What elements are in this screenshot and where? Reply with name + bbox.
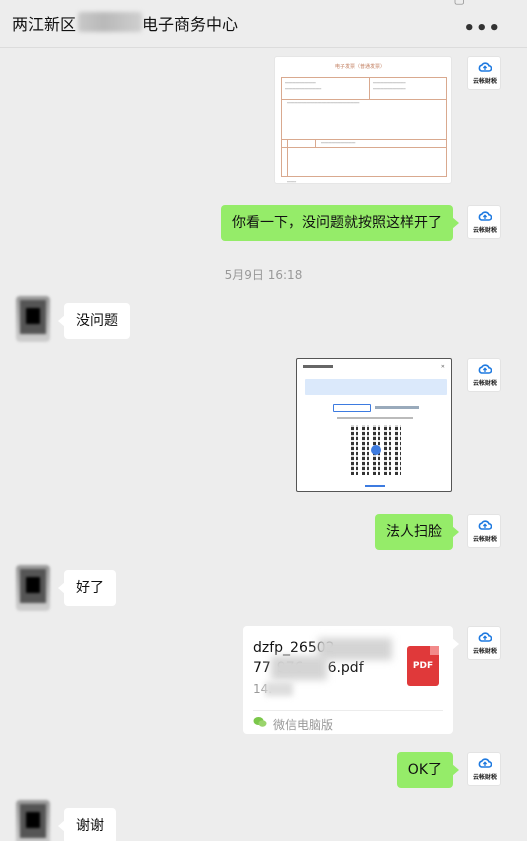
title-redaction: [78, 12, 142, 32]
chat-header: 两江新区电子商务中心 — ▢ •••: [0, 0, 527, 48]
message-bubble-other[interactable]: 谢谢: [58, 808, 116, 841]
my-avatar[interactable]: 云帐财税: [467, 205, 501, 239]
scrollbar[interactable]: [521, 48, 527, 841]
my-avatar[interactable]: 云帐财税: [467, 626, 501, 660]
message-bubble-mine[interactable]: OK了: [396, 752, 460, 788]
file-source: 微信电脑版: [273, 718, 334, 732]
my-avatar[interactable]: 云帐财税: [467, 56, 501, 90]
cloud-upload-icon: [478, 758, 492, 768]
message-bubble-other[interactable]: 没问题: [58, 303, 130, 339]
my-avatar[interactable]: 云帐财税: [467, 358, 501, 392]
message-timestamp: 5月9日 16:18: [224, 268, 303, 282]
invoice-title: 电子发票（普通发票）: [335, 64, 386, 70]
message-bubble-mine[interactable]: 你看一下，没问题就按照这样开了: [221, 205, 459, 241]
file-message-card[interactable]: dzfp_26502779766.pdf 14. PDF 微信电脑版: [243, 626, 459, 734]
contact-avatar[interactable]: [16, 296, 50, 342]
pdf-file-icon: PDF: [407, 646, 439, 686]
contact-avatar[interactable]: [16, 800, 50, 841]
my-avatar[interactable]: 云帐财税: [467, 514, 501, 548]
more-options-icon[interactable]: •••: [463, 18, 501, 39]
minimize-icon[interactable]: —: [369, 0, 381, 6]
cloud-upload-icon: [478, 520, 492, 530]
wechat-icon: [253, 717, 267, 727]
cloud-upload-icon: [478, 62, 492, 72]
contact-avatar[interactable]: [16, 565, 50, 611]
qr-dialog-image[interactable]: ✕: [296, 358, 452, 492]
cloud-upload-icon: [478, 211, 492, 221]
my-avatar[interactable]: 云帐财税: [467, 752, 501, 786]
cloud-upload-icon: [478, 632, 492, 642]
maximize-icon[interactable]: ▢: [454, 0, 465, 6]
message-bubble-mine[interactable]: 法人扫脸: [375, 514, 459, 550]
message-bubble-other[interactable]: 好了: [58, 570, 116, 606]
invoice-image[interactable]: 电子发票（普通发票） ━━━━━━━━━━━━━━━━━ ━━━━━━━━━━━…: [274, 56, 452, 184]
cloud-upload-icon: [478, 364, 492, 374]
